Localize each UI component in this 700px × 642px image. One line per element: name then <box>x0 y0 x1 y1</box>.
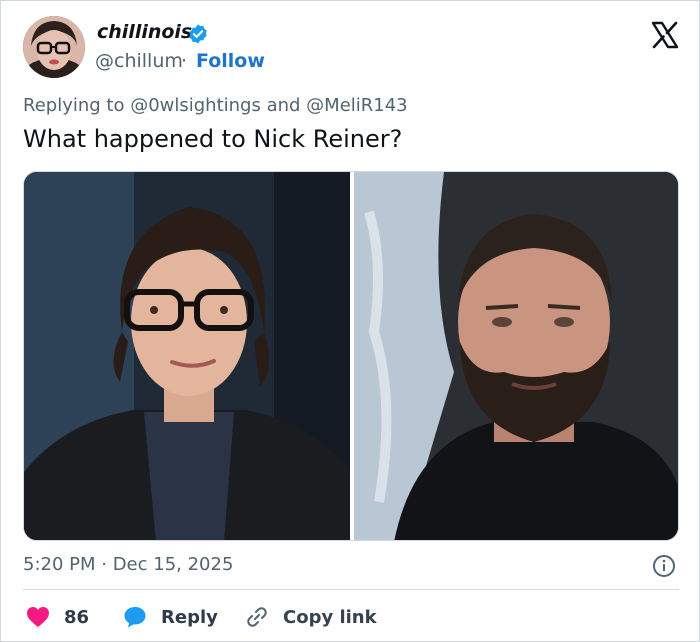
tweet-text: What happened to Nick Reiner? <box>23 125 403 153</box>
tweet-timestamp[interactable]: 5:20 PM · Dec 15, 2025 <box>23 554 233 575</box>
media-photo-comparison <box>24 172 678 540</box>
verified-badge-icon <box>189 24 207 44</box>
author-name[interactable]: chillinois <box>97 21 192 43</box>
heart-icon <box>27 607 49 627</box>
like-button[interactable]: 86 <box>26 604 89 630</box>
copy-link-button[interactable]: Copy link <box>245 604 377 630</box>
avatar-image <box>23 16 85 78</box>
x-logo-icon[interactable] <box>651 21 679 49</box>
avatar[interactable] <box>23 16 85 78</box>
follow-button[interactable]: Follow <box>196 50 265 72</box>
right-photo <box>354 172 678 540</box>
reply-button[interactable]: Reply <box>123 604 218 630</box>
like-count: 86 <box>64 606 90 628</box>
info-icon[interactable] <box>652 554 676 578</box>
handle-separator: · <box>181 50 188 72</box>
copy-link-label: Copy link <box>283 606 377 628</box>
link-icon <box>247 607 267 627</box>
tweet-media[interactable] <box>23 171 679 541</box>
reply-context: Replying to @0wlsightings and @MeliR143 <box>23 95 408 116</box>
tweet-card: chillinois @chillum · Follow Replying to… <box>0 0 700 642</box>
left-photo <box>24 172 350 540</box>
author-handle[interactable]: @chillum <box>95 50 183 72</box>
divider <box>23 589 679 590</box>
speech-bubble-icon <box>124 607 146 628</box>
reply-label: Reply <box>161 606 218 628</box>
